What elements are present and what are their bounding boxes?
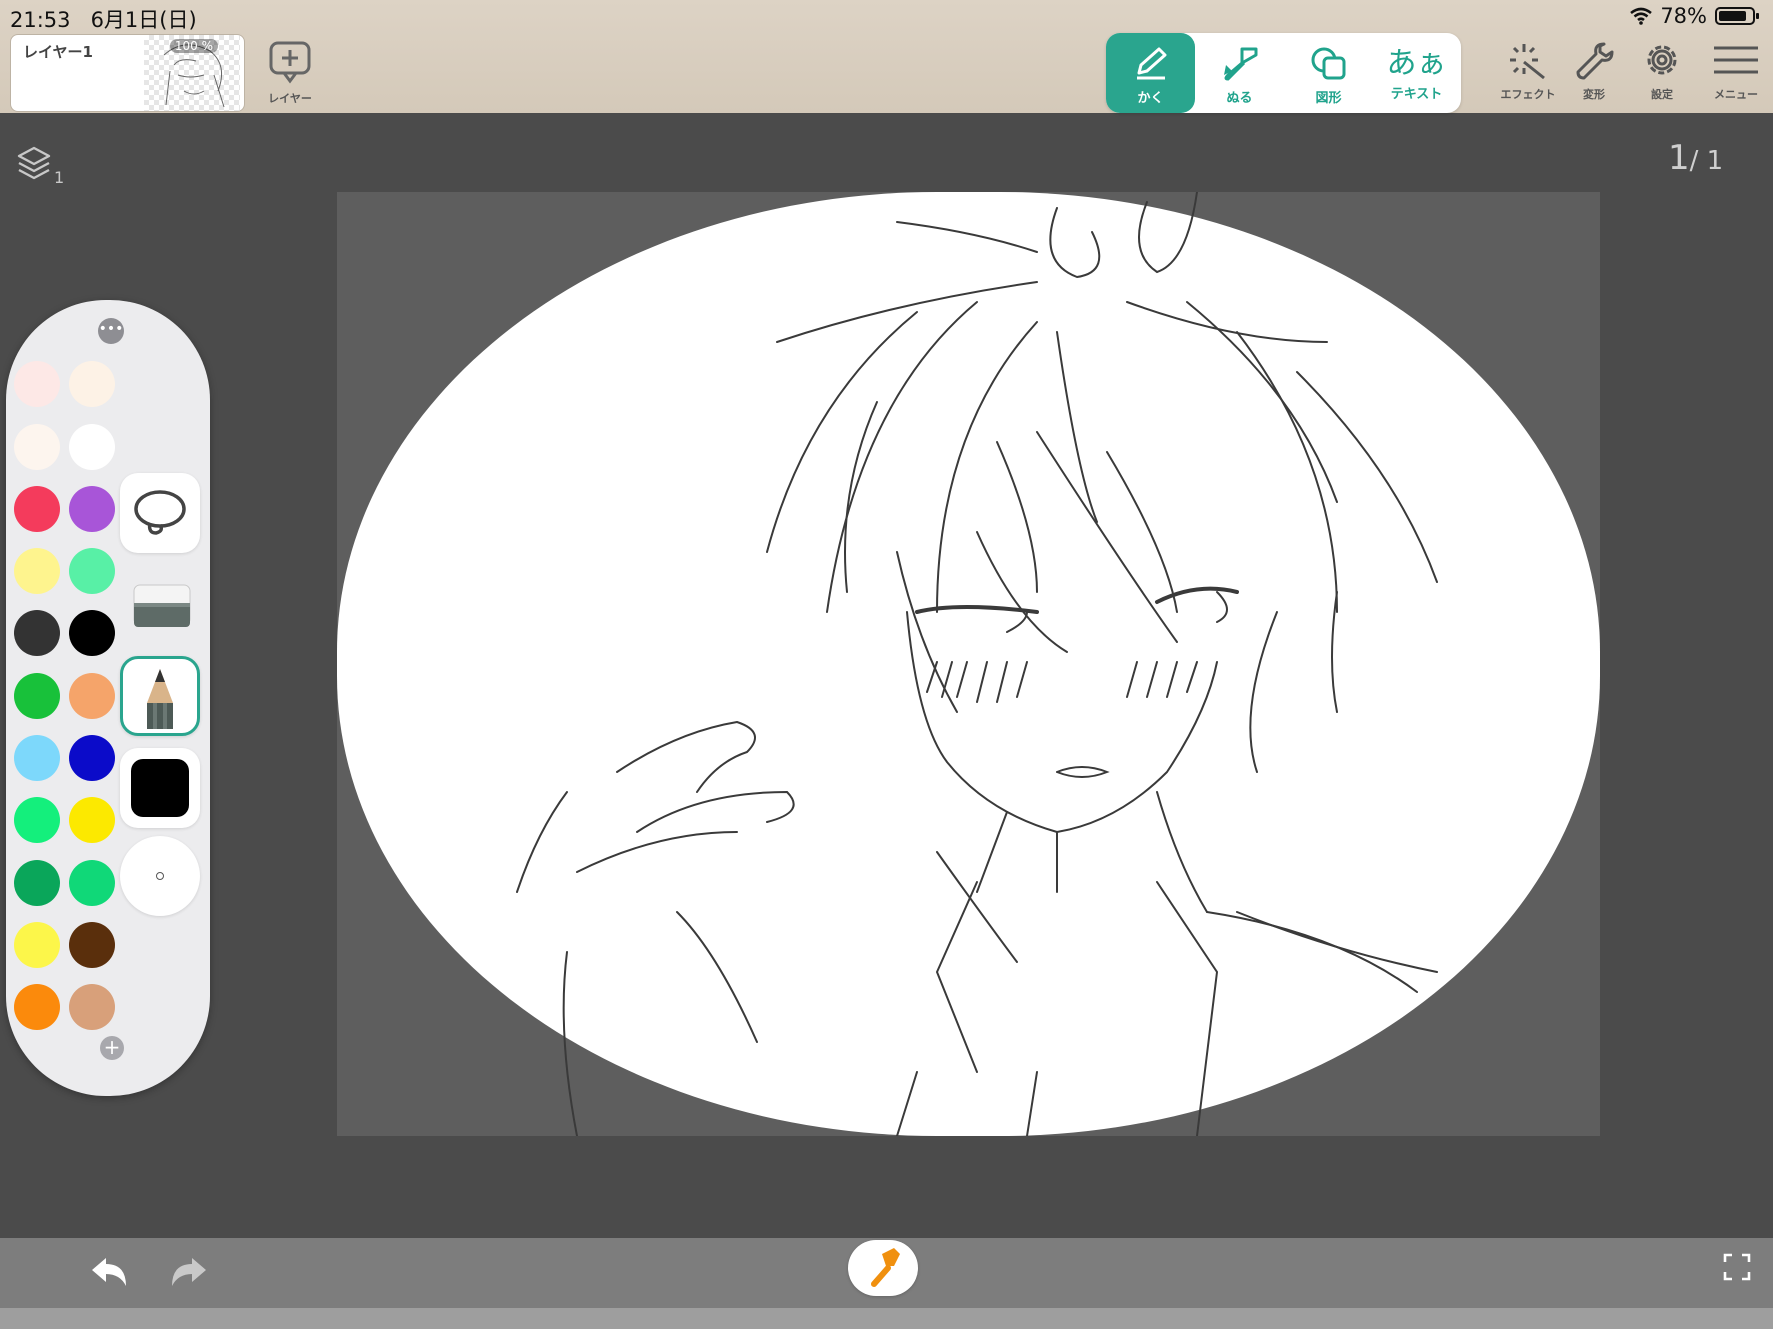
color-swatch[interactable]: [69, 673, 115, 719]
layers-button[interactable]: 1: [16, 144, 66, 190]
color-swatch[interactable]: [14, 424, 60, 470]
canvas-sketch: [516, 192, 1438, 1136]
undo-icon[interactable]: [88, 1252, 132, 1292]
color-swatch[interactable]: [14, 860, 60, 906]
effects-button[interactable]: エフェクト: [1496, 40, 1560, 106]
layer-opacity-badge: 100 %: [169, 39, 218, 53]
pencil-icon: [147, 669, 173, 729]
brush-size-dot: [156, 872, 164, 880]
color-swatch[interactable]: [69, 610, 115, 656]
tab-text-label: テキスト: [1390, 87, 1443, 102]
tool-tabs: かく ぬる 図形 あぁ テキスト: [1106, 33, 1461, 113]
settings-button[interactable]: 設定: [1630, 40, 1694, 106]
pen-icon: [1136, 47, 1166, 80]
status-time: 21:53 6月1日(日): [10, 8, 197, 32]
add-layer-label: レイヤー: [268, 92, 312, 105]
pencil-tool[interactable]: [120, 656, 200, 736]
add-layer-icon: [269, 41, 311, 84]
brush-size-button[interactable]: [120, 836, 200, 916]
color-swatch[interactable]: [14, 735, 60, 781]
more-options-icon[interactable]: •••: [98, 318, 124, 344]
color-swatch[interactable]: [14, 486, 60, 532]
layers-icon: [17, 146, 51, 180]
settings-label: 設定: [1651, 88, 1673, 101]
color-swatch[interactable]: [69, 984, 115, 1030]
color-swatch[interactable]: [14, 984, 60, 1030]
top-toolbar: 21:53 6月1日(日) 78% レイヤー1 100 % レイヤー かく ぬる…: [0, 0, 1773, 113]
bottom-strip: [0, 1308, 1773, 1329]
transform-label: 変形: [1583, 88, 1605, 101]
gear-icon: [1647, 45, 1677, 75]
sparkle-icon: [1510, 44, 1545, 80]
text-icon: あぁ: [1386, 46, 1447, 81]
color-swatch[interactable]: [69, 860, 115, 906]
eraser-tool[interactable]: [120, 563, 200, 643]
color-swatch[interactable]: [14, 361, 60, 407]
add-layer-button[interactable]: レイヤー: [258, 40, 322, 106]
paint-brush-icon: [1223, 47, 1257, 81]
page-current: 1: [1668, 138, 1690, 178]
hammer-icon: [871, 1248, 900, 1287]
tab-draw[interactable]: かく: [1106, 33, 1195, 113]
tab-shapes[interactable]: 図形: [1284, 33, 1373, 113]
eraser-icon: [133, 584, 191, 627]
color-swatch[interactable]: [69, 735, 115, 781]
status-date: 6月1日(日): [90, 8, 197, 32]
color-swatch[interactable]: [14, 673, 60, 719]
color-swatch[interactable]: [69, 424, 115, 470]
tab-text[interactable]: あぁ テキスト: [1372, 33, 1461, 113]
tab-fill-label: ぬる: [1226, 91, 1253, 106]
color-swatch[interactable]: [14, 610, 60, 656]
layer-count: 1: [54, 168, 65, 187]
battery-icon: [1715, 7, 1759, 25]
tab-fill[interactable]: ぬる: [1195, 33, 1284, 113]
color-swatch[interactable]: [14, 548, 60, 594]
page-total: 1: [1706, 146, 1724, 176]
color-swatch[interactable]: [69, 548, 115, 594]
menu-button[interactable]: メニュー: [1704, 40, 1768, 106]
wrench-icon: [1576, 42, 1614, 80]
wifi-icon: [1630, 7, 1653, 25]
color-palette: ••• +: [6, 300, 210, 1096]
current-color-swatch: [131, 759, 189, 817]
lasso-tool[interactable]: [120, 473, 200, 553]
color-swatch[interactable]: [14, 797, 60, 843]
status-right: 78%: [1630, 4, 1759, 28]
color-swatch[interactable]: [69, 922, 115, 968]
redo-icon[interactable]: [166, 1252, 210, 1292]
lasso-icon: [134, 490, 186, 535]
tab-shapes-label: 図形: [1315, 91, 1342, 106]
tab-draw-label: かく: [1137, 91, 1164, 106]
color-swatch[interactable]: [69, 486, 115, 532]
add-color-button[interactable]: +: [100, 1036, 124, 1060]
transform-button[interactable]: 変形: [1562, 40, 1626, 106]
color-swatch[interactable]: [14, 922, 60, 968]
layer-name: レイヤー1: [23, 43, 93, 61]
quick-tool-button[interactable]: [848, 1240, 918, 1296]
page-indicator: 1/ 1: [1668, 138, 1724, 178]
canvas-area[interactable]: [337, 192, 1600, 1136]
layer-thumbnail[interactable]: レイヤー1 100 %: [10, 34, 245, 112]
shapes-icon: [1311, 47, 1345, 80]
fullscreen-icon[interactable]: [1722, 1252, 1752, 1282]
current-color-button[interactable]: [120, 748, 200, 828]
battery-percent: 78%: [1660, 4, 1707, 28]
color-swatch[interactable]: [69, 797, 115, 843]
menu-label: メニュー: [1714, 88, 1758, 101]
hamburger-icon: [1714, 46, 1758, 74]
color-swatch[interactable]: [69, 361, 115, 407]
effects-label: エフェクト: [1500, 88, 1556, 101]
